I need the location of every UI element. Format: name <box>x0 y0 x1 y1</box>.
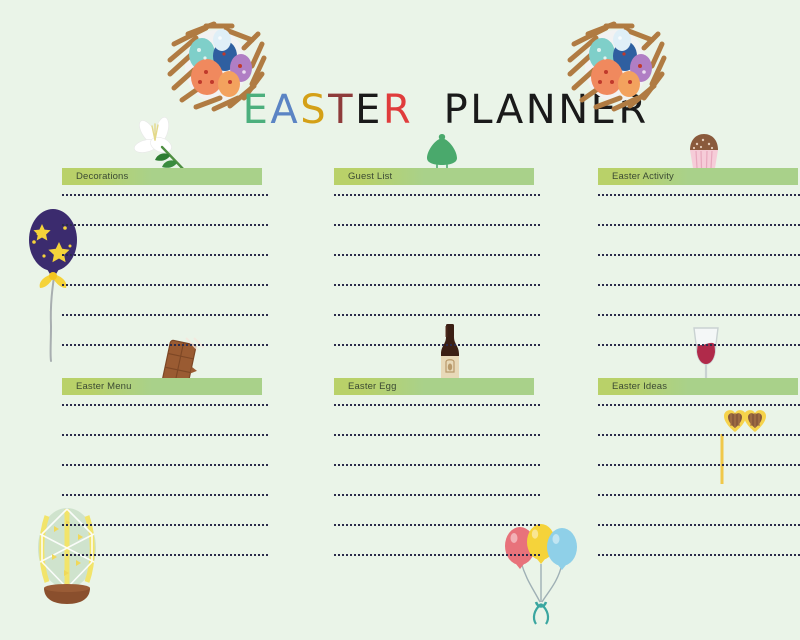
write-line[interactable] <box>598 194 800 196</box>
section-lines-easter-egg <box>334 404 540 584</box>
write-line[interactable] <box>62 224 268 226</box>
write-line[interactable] <box>598 524 800 526</box>
section-label-bar-easter-menu: Easter Menu <box>62 378 262 395</box>
easter-planner-page: EASTER PLANNER Decorations Guest List Ea… <box>0 0 800 640</box>
write-line[interactable] <box>62 524 268 526</box>
section-label-bar-guest-list: Guest List <box>334 168 534 185</box>
write-line[interactable] <box>598 404 800 406</box>
write-line[interactable] <box>334 434 540 436</box>
write-line[interactable] <box>334 194 540 196</box>
chick-icon <box>418 126 466 174</box>
section-label-easter-ideas: Easter Ideas <box>612 381 668 392</box>
write-line[interactable] <box>334 464 540 466</box>
write-line[interactable] <box>598 284 800 286</box>
write-line[interactable] <box>598 464 800 466</box>
write-line[interactable] <box>62 314 268 316</box>
cupcake-icon <box>680 126 728 174</box>
write-line[interactable] <box>598 494 800 496</box>
section-easter-menu: Easter Menu <box>62 378 268 556</box>
write-line[interactable] <box>62 404 268 406</box>
write-line[interactable] <box>334 554 540 556</box>
section-lines-easter-ideas <box>598 404 800 584</box>
section-label-bar-easter-ideas: Easter Ideas <box>598 378 798 395</box>
lily-flower-icon <box>124 116 194 176</box>
write-line[interactable] <box>334 314 540 316</box>
write-line[interactable] <box>62 194 268 196</box>
title-letter-a: A <box>270 87 301 133</box>
write-line[interactable] <box>334 344 540 346</box>
write-line[interactable] <box>62 554 268 556</box>
write-line[interactable] <box>334 284 540 286</box>
write-line[interactable] <box>334 254 540 256</box>
section-label-bar-easter-egg: Easter Egg <box>334 378 534 395</box>
write-line[interactable] <box>334 524 540 526</box>
section-label-bar-easter-activity: Easter Activity <box>598 168 798 185</box>
write-line[interactable] <box>598 224 800 226</box>
section-label-bar-decorations: Decorations <box>62 168 262 185</box>
write-line[interactable] <box>598 344 800 346</box>
section-label-decorations: Decorations <box>76 171 129 182</box>
section-easter-activity: Easter Activity <box>598 168 800 346</box>
write-line[interactable] <box>62 434 268 436</box>
write-line[interactable] <box>62 494 268 496</box>
section-easter-egg: Easter Egg <box>334 378 540 556</box>
section-lines-easter-activity <box>598 194 800 374</box>
section-label-easter-menu: Easter Menu <box>76 381 132 392</box>
section-lines-easter-menu <box>62 404 268 584</box>
title-letter-r: R <box>382 87 414 133</box>
nest-with-eggs-right-icon <box>562 14 670 112</box>
section-label-easter-egg: Easter Egg <box>348 381 397 392</box>
write-line[interactable] <box>62 344 268 346</box>
page-header: EASTER PLANNER <box>0 0 800 132</box>
section-lines-decorations <box>62 194 268 374</box>
write-line[interactable] <box>62 464 268 466</box>
write-line[interactable] <box>334 224 540 226</box>
title-letter-s: S <box>300 87 329 133</box>
section-easter-ideas: Easter Ideas <box>598 378 800 556</box>
section-label-easter-activity: Easter Activity <box>612 171 674 182</box>
section-lines-guest-list <box>334 194 540 374</box>
section-guest-list: Guest List <box>334 168 540 346</box>
write-line[interactable] <box>598 314 800 316</box>
section-decorations: Decorations <box>62 168 268 346</box>
title-letter-e1: E <box>242 87 271 133</box>
write-line[interactable] <box>334 404 540 406</box>
section-label-guest-list: Guest List <box>348 171 393 182</box>
write-line[interactable] <box>334 494 540 496</box>
write-line[interactable] <box>62 254 268 256</box>
title-letter-t: T <box>328 87 356 133</box>
write-line[interactable] <box>62 284 268 286</box>
write-line[interactable] <box>598 254 800 256</box>
write-line[interactable] <box>598 434 800 436</box>
write-line[interactable] <box>598 554 800 556</box>
title-letter-e2: E <box>355 87 383 133</box>
